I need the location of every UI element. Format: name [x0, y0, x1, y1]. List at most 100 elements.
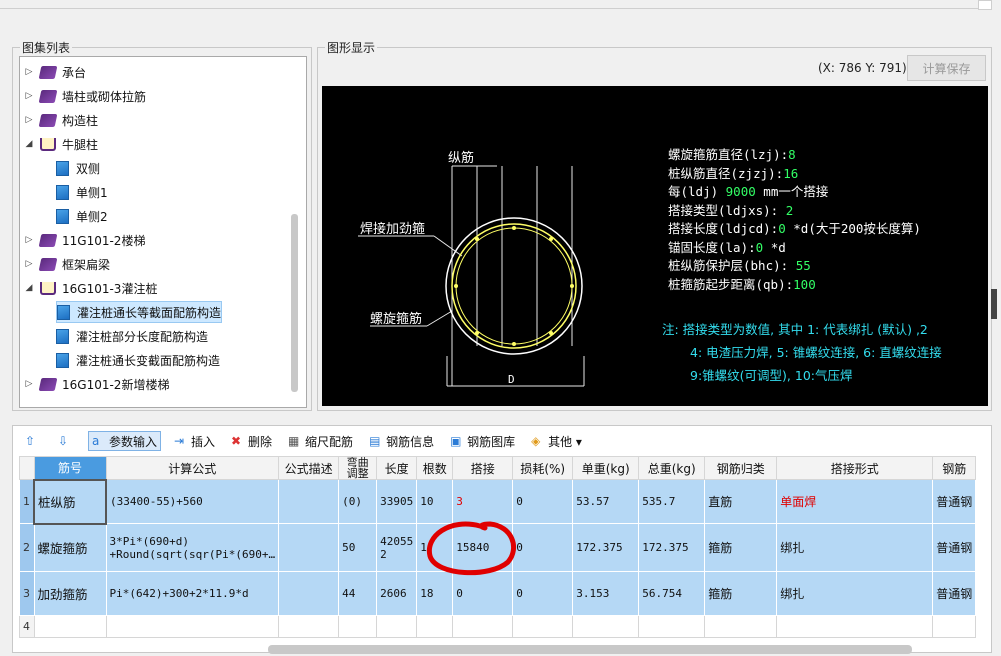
table-cell[interactable]: 箍筋	[704, 523, 778, 572]
tree-item[interactable]: ▷ 墙柱或砌体拉筋	[24, 85, 146, 107]
column-header[interactable]: 损耗(%)	[512, 456, 574, 480]
table-cell[interactable]: 普通钢	[932, 571, 977, 616]
table-cell[interactable]: (33400-55)+560	[105, 479, 280, 524]
toolbar-button[interactable]: ▣ 钢筋图库	[447, 431, 518, 451]
toolbar-button[interactable]: ✖ 删除	[228, 431, 275, 451]
collapse-arrow-icon[interactable]: ◢	[24, 139, 34, 149]
table-cell[interactable]: Pi*(642)+300+2*11.9*d	[105, 571, 280, 616]
table-cell[interactable]	[105, 615, 280, 638]
horizontal-scrollbar[interactable]	[268, 645, 912, 654]
table-row[interactable]: 4	[19, 615, 977, 638]
table-cell[interactable]: 44	[338, 571, 378, 616]
row-number[interactable]: 4	[19, 615, 35, 638]
table-cell[interactable]	[376, 615, 418, 638]
expand-arrow-icon[interactable]: ▷	[24, 235, 34, 245]
row-number[interactable]: 1	[19, 479, 35, 524]
table-cell[interactable]: 535.7	[638, 479, 706, 524]
atlas-tree[interactable]: ▷ 承台 ▷ 墙柱或砌体拉筋 ▷ 构造柱 ◢ 牛腿柱 双侧 单侧1 单侧2 ▷ 11G101-2楼梯 ▷ 框…	[19, 56, 307, 408]
column-header[interactable]: 计算公式	[105, 456, 280, 480]
tree-item[interactable]: 双侧	[56, 157, 100, 179]
table-cell[interactable]: 53.57	[572, 479, 640, 524]
table-cell[interactable]	[452, 615, 514, 638]
table-cell[interactable]	[638, 615, 706, 638]
right-scroll-thumb[interactable]	[991, 289, 997, 319]
collapse-arrow-icon[interactable]: ◢	[24, 283, 34, 293]
param-value[interactable]: 0	[778, 221, 786, 236]
cad-canvas[interactable]: 纵筋 焊接加劲箍 螺旋箍筋 D 螺旋箍筋直径(lzj):8 桩纵筋直径(zjzj)…	[322, 86, 988, 406]
column-header[interactable]: 总重(kg)	[638, 456, 706, 480]
param-value[interactable]: 2	[786, 203, 794, 218]
toolbar-button[interactable]: ⇩	[55, 431, 78, 451]
table-cell[interactable]: 3*Pi*(690+d) +Round(sqrt(sqr(Pi*(690+…	[105, 523, 280, 572]
table-cell[interactable]: (0)	[338, 479, 378, 524]
table-cell[interactable]	[278, 615, 340, 638]
table-cell[interactable]: 56.754	[638, 571, 706, 616]
tree-item[interactable]: ▷ 16G101-2新增楼梯	[24, 373, 169, 395]
table-cell[interactable]: 螺旋箍筋	[33, 523, 107, 572]
param-value[interactable]: 55	[796, 258, 811, 273]
table-cell[interactable]: 3	[452, 479, 514, 524]
param-value[interactable]: 16	[783, 166, 798, 181]
table-cell[interactable]: 普通钢	[932, 479, 977, 524]
table-cell[interactable]	[572, 615, 640, 638]
calc-save-button[interactable]: 计算保存	[907, 55, 986, 81]
toolbar-button[interactable]: ⇧	[22, 431, 45, 451]
table-cell[interactable]: 3.153	[572, 571, 640, 616]
table-cell[interactable]: 172.375	[638, 523, 706, 572]
table-cell[interactable]: 绑扎	[776, 523, 934, 572]
table-cell[interactable]: 172.375	[572, 523, 640, 572]
toolbar-button[interactable]: a 参数输入	[88, 431, 162, 451]
expand-arrow-icon[interactable]: ▷	[24, 67, 34, 77]
param-value[interactable]: 100	[793, 277, 816, 292]
toolbar-button[interactable]: ▤ 钢筋信息	[366, 431, 437, 451]
table-cell[interactable]: 加劲箍筋	[33, 571, 107, 616]
column-header[interactable]: 搭接形式	[776, 456, 934, 480]
tree-item[interactable]: 单侧1	[56, 181, 108, 203]
table-cell[interactable]: 0	[512, 523, 574, 572]
tree-item[interactable]: 单侧2	[56, 205, 108, 227]
tree-item[interactable]: ▷ 框架扁梁	[24, 253, 110, 275]
table-cell[interactable]: 0	[512, 571, 574, 616]
table-cell[interactable]	[704, 615, 778, 638]
expand-arrow-icon[interactable]: ▷	[24, 379, 34, 389]
column-header[interactable]: 长度	[376, 456, 418, 480]
column-header[interactable]: 弯曲调整	[338, 456, 378, 480]
table-cell[interactable]	[512, 615, 574, 638]
table-cell[interactable]	[416, 615, 454, 638]
table-cell[interactable]: 直筋	[704, 479, 778, 524]
toolbar-button[interactable]: ⇥ 插入	[171, 431, 218, 451]
table-cell[interactable]	[776, 615, 934, 638]
table-row[interactable]: 1 桩纵筋 (33400-55)+560 (0) 33905 10 3 0 53.57 535.7…	[19, 478, 977, 525]
expand-arrow-icon[interactable]: ▷	[24, 91, 34, 101]
table-cell[interactable]	[338, 615, 378, 638]
table-cell[interactable]	[278, 571, 340, 616]
table-cell[interactable]: 绑扎	[776, 571, 934, 616]
param-value[interactable]: 8	[788, 147, 796, 162]
row-number[interactable]: 2	[19, 523, 35, 572]
column-header[interactable]: 根数	[416, 456, 454, 480]
column-header[interactable]: 搭接	[452, 456, 514, 480]
tree-item[interactable]: ▷ 承台	[24, 61, 86, 83]
table-cell[interactable]	[278, 479, 340, 524]
table-cell[interactable]: 50	[338, 523, 378, 572]
table-cell[interactable]	[278, 523, 340, 572]
tree-item[interactable]: ▷ 构造柱	[24, 109, 98, 131]
tree-item[interactable]: ◢ 16G101-3灌注桩	[24, 277, 157, 299]
row-number[interactable]: 3	[19, 571, 35, 616]
tree-item[interactable]: 灌注桩部分长度配筋构造	[56, 325, 208, 347]
column-header[interactable]: 公式描述	[278, 456, 340, 480]
column-header[interactable]: 单重(kg)	[572, 456, 640, 480]
table-cell[interactable]: 2606	[376, 571, 418, 616]
table-cell[interactable]: 单面焊	[776, 479, 934, 524]
tree-item[interactable]: 灌注桩通长等截面配筋构造	[56, 301, 223, 323]
table-cell[interactable]: 0	[512, 479, 574, 524]
table-cell[interactable]: 33905	[376, 479, 418, 524]
tree-item[interactable]: ◢ 牛腿柱	[24, 133, 98, 155]
table-cell[interactable]: 10	[416, 479, 454, 524]
tree-scrollbar[interactable]	[291, 214, 298, 392]
table-cell[interactable]: 桩纵筋	[33, 478, 107, 525]
table-cell[interactable]	[932, 615, 977, 638]
expand-arrow-icon[interactable]: ▷	[24, 259, 34, 269]
toolbar-button[interactable]: ▦ 缩尺配筋	[285, 431, 356, 451]
column-header[interactable]: 筋号	[33, 456, 107, 480]
